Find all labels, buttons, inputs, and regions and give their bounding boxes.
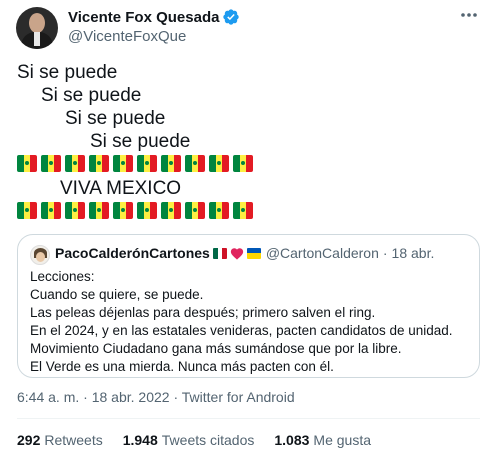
tweet-text-line: Si se puede <box>17 62 118 83</box>
quote-tweets-label: Tweets citados <box>161 432 255 448</box>
tweet-stats-row: 292 Retweets 1.948 Tweets citados 1.083 Me … <box>17 432 371 448</box>
senegal-flag-icon <box>233 202 253 219</box>
quoted-text-line: El Verde es una mierda. Nunca más pacten… <box>30 359 334 374</box>
senegal-flag-icon <box>65 155 85 172</box>
separator-dot: · <box>173 389 179 405</box>
tweet-text-line: Si se puede <box>41 85 142 106</box>
quoted-author-avatar[interactable] <box>30 245 50 265</box>
quoted-text-line: En el 2024, y en las estatales venideras… <box>30 323 453 338</box>
senegal-flag-row <box>17 202 253 219</box>
tweet-text-line: Si se puede <box>65 108 166 129</box>
retweets-count: 292 <box>17 432 41 448</box>
senegal-flag-icon <box>17 202 37 219</box>
senegal-flag-icon <box>41 155 61 172</box>
quoted-tweet-date[interactable]: 18 abr. <box>392 245 435 261</box>
mexico-flag-icon <box>212 247 227 259</box>
senegal-flag-icon <box>89 202 109 219</box>
author-name-row[interactable]: Vicente Fox Quesada <box>68 8 240 26</box>
author-avatar[interactable] <box>16 7 58 49</box>
quote-tweets-stat[interactable]: 1.948 Tweets citados <box>123 432 255 448</box>
senegal-flag-icon <box>161 155 181 172</box>
quoted-tweet-header: PacoCalderónCartones @CartonCalderon · 1… <box>55 245 434 261</box>
verified-badge-icon <box>223 9 240 25</box>
senegal-flag-icon <box>209 202 229 219</box>
tweet-text-line: Si se puede <box>90 131 191 152</box>
avatar-shirt <box>34 32 40 46</box>
senegal-flag-icon <box>89 155 109 172</box>
likes-stat[interactable]: 1.083 Me gusta <box>274 432 371 448</box>
likes-count: 1.083 <box>274 432 310 448</box>
senegal-flag-icon <box>17 155 37 172</box>
quoted-text-line: Movimiento Ciudadano gana más sumándose … <box>30 341 402 356</box>
retweets-stat[interactable]: 292 Retweets <box>17 432 103 448</box>
senegal-flag-icon <box>113 155 133 172</box>
tweet-client[interactable]: Twitter for Android <box>182 389 295 405</box>
senegal-flag-icon <box>113 202 133 219</box>
quoted-text-line: Las peleas déjenlas para después; primer… <box>30 305 376 320</box>
quoted-tweet-card[interactable]: PacoCalderónCartones @CartonCalderon · 1… <box>17 234 480 378</box>
tweet-text-line: VIVA MEXICO <box>60 178 182 199</box>
quoted-tweet-text: Lecciones: Cuando se quiere, se puede. L… <box>30 268 453 376</box>
senegal-flag-icon <box>65 202 85 219</box>
quoted-text-line: Cuando se quiere, se puede. <box>30 287 204 302</box>
senegal-flag-icon <box>233 155 253 172</box>
tweet-timestamp-row: 6:44 a. m. · 18 abr. 2022 · Twitter for … <box>17 389 295 405</box>
quoted-author-name[interactable]: PacoCalderónCartones <box>55 245 210 261</box>
author-handle[interactable]: @VicenteFoxQue <box>68 28 186 45</box>
avatar-face <box>36 252 45 262</box>
senegal-flag-icon <box>185 202 205 219</box>
senegal-flag-icon <box>209 155 229 172</box>
red-heart-icon <box>230 247 243 260</box>
divider <box>17 418 480 419</box>
author-display-name[interactable]: Vicente Fox Quesada <box>68 9 219 26</box>
avatar-head <box>29 13 45 33</box>
tweet-date[interactable]: 18 abr. 2022 <box>92 389 170 405</box>
senegal-flag-icon <box>137 202 157 219</box>
senegal-flag-icon <box>137 155 157 172</box>
more-options-icon[interactable] <box>456 4 482 26</box>
separator-dot: · <box>83 389 88 405</box>
senegal-flag-row <box>17 155 253 172</box>
quoted-author-handle[interactable]: @CartonCalderon <box>266 245 379 261</box>
separator-dot: · <box>382 245 388 261</box>
senegal-flag-icon <box>161 202 181 219</box>
retweets-label: Retweets <box>44 432 103 448</box>
senegal-flag-icon <box>41 202 61 219</box>
ukraine-flag-icon <box>246 247 261 259</box>
senegal-flag-icon <box>185 155 205 172</box>
likes-label: Me gusta <box>313 432 372 448</box>
quote-tweets-count: 1.948 <box>122 432 158 448</box>
quoted-text-line: Lecciones: <box>30 269 95 284</box>
tweet-time[interactable]: 6:44 a. m. <box>17 389 79 405</box>
